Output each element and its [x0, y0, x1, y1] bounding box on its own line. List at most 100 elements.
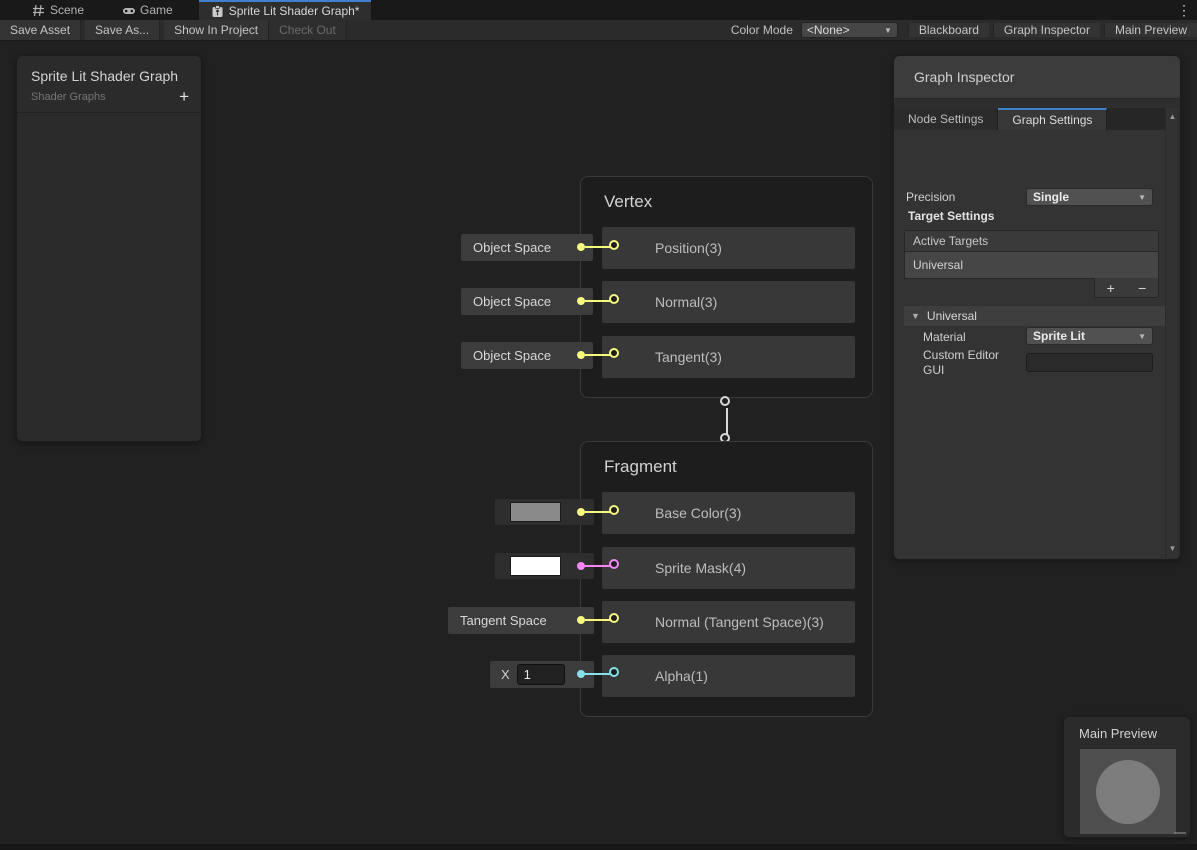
main-preview-toggle-button[interactable]: Main Preview [1104, 23, 1197, 37]
vertex-slot-tangent[interactable]: Tangent(3) [602, 336, 855, 378]
blackboard-title: Sprite Lit Shader Graph [17, 56, 201, 86]
blackboard-subtitle: Shader Graphs [31, 91, 106, 103]
blackboard-panel: Sprite Lit Shader Graph Shader Graphs + [16, 55, 202, 442]
vertex-node-title: Vertex [581, 177, 872, 212]
inspector-tab-strip: Node Settings Graph Settings [894, 108, 1169, 130]
fragment-node[interactable]: Fragment Base Color(3) Sprite Mask(4) No… [580, 441, 873, 717]
scroll-down-icon[interactable]: ▼ [1166, 542, 1179, 556]
add-property-button[interactable]: + [179, 90, 189, 104]
target-list-footer: + − [1094, 278, 1159, 298]
space-dropdown-label: Object Space [473, 348, 551, 363]
vertex-fragment-connector [726, 408, 728, 435]
tangent-space-dropdown[interactable]: Object Space [461, 342, 593, 369]
foldout-arrow-icon: ▼ [911, 311, 920, 321]
color-mode-value: <None> [807, 23, 850, 37]
graph-inspector-toggle-button[interactable]: Graph Inspector [993, 23, 1100, 37]
fragment-slot-normal-tangent[interactable]: Normal (Tangent Space)(3) [602, 601, 855, 643]
save-asset-button[interactable]: Save Asset [0, 20, 81, 40]
gamepad-icon [122, 4, 135, 17]
blackboard-toggle-button[interactable]: Blackboard [908, 23, 989, 37]
tab-label: Game [140, 3, 173, 17]
vertex-slot-position[interactable]: Position(3) [602, 227, 855, 269]
show-in-project-button[interactable]: Show In Project [164, 20, 269, 40]
target-settings-label: Target Settings [908, 209, 994, 223]
edge-sprite-mask [585, 565, 610, 567]
normal-tangent-port[interactable] [609, 613, 619, 623]
slot-label: Base Color(3) [655, 505, 741, 521]
preview-quad [1080, 749, 1176, 834]
check-out-button[interactable]: Check Out [269, 20, 347, 40]
edge-output-dot [577, 243, 585, 251]
alpha-value-input[interactable] [517, 664, 565, 685]
scroll-up-icon[interactable]: ▲ [1166, 110, 1179, 124]
custom-editor-gui-input[interactable] [1026, 353, 1153, 372]
vertex-slot-normal[interactable]: Normal(3) [602, 281, 855, 323]
space-dropdown-label: Object Space [473, 240, 551, 255]
normal-port[interactable] [609, 294, 619, 304]
vertex-stack-connector-top [720, 396, 730, 406]
slot-label: Sprite Mask(4) [655, 560, 746, 576]
edge-output-dot [577, 670, 585, 678]
universal-foldout[interactable]: ▼ Universal [904, 306, 1169, 326]
target-item-universal[interactable]: Universal [905, 252, 1158, 278]
window-menu-icon[interactable]: ⋮ [1177, 1, 1191, 19]
tab-graph-settings[interactable]: Graph Settings [998, 108, 1107, 130]
normal-tangent-space-dropdown[interactable]: Tangent Space [448, 607, 594, 634]
save-as-button[interactable]: Save As... [85, 20, 160, 40]
tab-shader-graph[interactable]: Sprite Lit Shader Graph* [199, 0, 372, 20]
graph-inspector-panel: Graph Inspector Node Settings Graph Sett… [893, 55, 1181, 560]
space-dropdown-label: Object Space [473, 294, 551, 309]
graph-settings-content: Precision Single ▼ Target Settings Activ… [894, 130, 1169, 560]
color-mode-dropdown[interactable]: <None> ▼ [801, 22, 898, 38]
universal-foldout-label: Universal [927, 309, 977, 323]
chevron-down-icon: ▼ [1138, 332, 1146, 341]
position-space-dropdown[interactable]: Object Space [461, 234, 593, 261]
space-dropdown-label: Tangent Space [460, 613, 547, 628]
inspector-scrollbar[interactable]: ▲ ▼ [1165, 108, 1178, 558]
fragment-slot-base-color[interactable]: Base Color(3) [602, 492, 855, 534]
slot-label: Alpha(1) [655, 668, 708, 684]
preview-sprite-circle [1096, 760, 1160, 824]
precision-value: Single [1033, 190, 1069, 204]
alpha-port[interactable] [609, 667, 619, 677]
edge-output-dot [577, 562, 585, 570]
resize-handle[interactable] [1174, 832, 1186, 834]
color-mode-label: Color Mode [723, 23, 801, 37]
custom-editor-gui-label: Custom Editor GUI [923, 348, 1018, 378]
tangent-port[interactable] [609, 348, 619, 358]
material-dropdown[interactable]: Sprite Lit ▼ [1026, 327, 1153, 345]
sprite-mask-swatch[interactable] [510, 556, 561, 576]
position-port[interactable] [609, 240, 619, 250]
sprite-mask-port[interactable] [609, 559, 619, 569]
remove-target-button[interactable]: − [1138, 281, 1146, 295]
tab-label: Sprite Lit Shader Graph* [229, 4, 360, 18]
shader-graph-icon [211, 5, 224, 18]
fragment-node-title: Fragment [581, 442, 872, 477]
fragment-slot-sprite-mask[interactable]: Sprite Mask(4) [602, 547, 855, 589]
scene-grid-icon [32, 4, 45, 17]
base-color-port[interactable] [609, 505, 619, 515]
edge-output-dot [577, 297, 585, 305]
edge-output-dot [577, 351, 585, 359]
slot-label: Normal (Tangent Space)(3) [655, 614, 824, 630]
edge-normal [585, 300, 610, 302]
edge-output-dot [577, 616, 585, 624]
fragment-slot-alpha[interactable]: Alpha(1) [602, 655, 855, 697]
tab-game[interactable]: Game [110, 0, 185, 20]
material-label: Material [923, 330, 966, 344]
edge-position [585, 246, 610, 248]
slot-label: Position(3) [655, 240, 722, 256]
tab-label: Scene [50, 3, 84, 17]
material-value: Sprite Lit [1033, 329, 1085, 343]
vertex-node[interactable]: Vertex Position(3) Normal(3) Tangent(3) [580, 176, 873, 398]
normal-space-dropdown[interactable]: Object Space [461, 288, 593, 315]
edge-normal-tangent [585, 619, 610, 621]
tab-scene[interactable]: Scene [20, 0, 96, 20]
base-color-swatch[interactable] [510, 502, 561, 522]
tab-node-settings[interactable]: Node Settings [894, 108, 998, 130]
chevron-down-icon: ▼ [884, 26, 892, 35]
shader-graph-toolbar: Save Asset Save As... Show In Project Ch… [0, 20, 1197, 41]
precision-dropdown[interactable]: Single ▼ [1026, 188, 1153, 206]
add-target-button[interactable]: + [1107, 281, 1115, 295]
alpha-x-label: X [501, 667, 510, 682]
